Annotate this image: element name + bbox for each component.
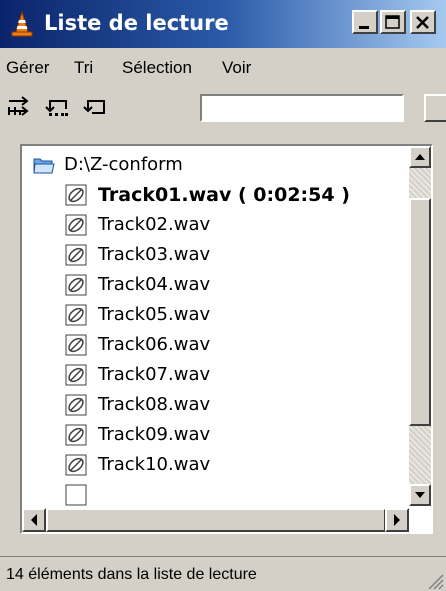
repeat-one-icon[interactable] xyxy=(82,93,110,121)
repeat-all-icon[interactable] xyxy=(44,93,72,121)
menu-bar: Gérer Tri Sélection Voir xyxy=(0,50,446,84)
audio-file-icon xyxy=(65,214,87,236)
track-row[interactable]: Track05.wav xyxy=(22,300,412,330)
resize-grip-icon[interactable] xyxy=(424,570,444,590)
track-row-current[interactable]: Track01.wav ( 0:02:54 ) xyxy=(22,180,412,210)
status-bar: 14 éléments dans la liste de lecture xyxy=(0,556,446,591)
vertical-scrollbar[interactable] xyxy=(409,146,431,506)
audio-file-icon xyxy=(65,454,87,476)
maximize-button[interactable] xyxy=(380,10,406,34)
track-label: Track05.wav xyxy=(98,304,211,325)
track-label: Track04.wav xyxy=(98,274,211,295)
track-label: Track09.wav xyxy=(98,424,211,445)
status-text: 14 éléments dans la liste de lecture xyxy=(6,566,257,583)
horizontal-scrollbar[interactable] xyxy=(22,508,409,532)
minimize-icon xyxy=(359,26,369,29)
horizontal-scroll-thumb[interactable] xyxy=(46,508,386,532)
shuffle-icon[interactable] xyxy=(6,93,34,121)
maximize-icon xyxy=(385,15,400,29)
track-row-partial[interactable] xyxy=(22,480,412,510)
search-input[interactable] xyxy=(200,94,404,122)
window-title: Liste de lecture xyxy=(44,11,229,35)
close-icon xyxy=(416,16,429,29)
menu-tri[interactable]: Tri xyxy=(74,58,93,78)
audio-file-icon xyxy=(65,244,87,266)
folder-row[interactable]: D:\Z-conform xyxy=(22,150,412,180)
track-row[interactable]: Track04.wav xyxy=(22,270,412,300)
track-label: Track02.wav xyxy=(98,214,211,235)
arrow-right-icon xyxy=(394,514,400,526)
track-row[interactable]: Track09.wav xyxy=(22,420,412,450)
scroll-down-button[interactable] xyxy=(409,484,431,506)
track-label: Track10.wav xyxy=(98,454,211,475)
audio-file-icon xyxy=(65,394,87,416)
track-row[interactable]: Track08.wav xyxy=(22,390,412,420)
folder-label: D:\Z-conform xyxy=(64,154,183,175)
vertical-scroll-thumb[interactable] xyxy=(409,198,431,426)
menu-gerer[interactable]: Gérer xyxy=(6,58,49,78)
folder-open-icon xyxy=(33,158,55,174)
scroll-left-button[interactable] xyxy=(22,508,46,532)
track-row[interactable]: Track06.wav xyxy=(22,330,412,360)
track-label: Track01.wav ( 0:02:54 ) xyxy=(98,184,350,206)
vlc-cone-icon xyxy=(11,10,33,37)
search-button[interactable] xyxy=(424,94,446,122)
track-row[interactable]: Track02.wav xyxy=(22,210,412,240)
close-button[interactable] xyxy=(410,10,436,34)
title-bar[interactable]: Liste de lecture xyxy=(0,0,446,48)
track-label: Track08.wav xyxy=(98,394,211,415)
audio-file-icon xyxy=(65,334,87,356)
audio-file-icon xyxy=(65,274,87,296)
audio-file-icon xyxy=(65,184,87,206)
arrow-up-icon xyxy=(415,154,425,160)
arrow-left-icon xyxy=(31,514,37,526)
track-label: Track03.wav xyxy=(98,244,211,265)
scroll-up-button[interactable] xyxy=(409,146,431,168)
audio-file-icon xyxy=(65,364,87,386)
toolbar xyxy=(0,86,446,130)
track-label: Track07.wav xyxy=(98,364,211,385)
track-label: Track06.wav xyxy=(98,334,211,355)
audio-file-icon xyxy=(65,424,87,446)
track-row[interactable]: Track03.wav xyxy=(22,240,412,270)
track-row[interactable]: Track10.wav xyxy=(22,450,412,480)
menu-voir[interactable]: Voir xyxy=(222,58,251,78)
arrow-down-icon xyxy=(415,492,425,498)
menu-selection[interactable]: Sélection xyxy=(122,58,192,78)
audio-file-icon xyxy=(65,484,87,506)
playlist-tree[interactable]: D:\Z-conform Track01.wav ( 0:02:54 ) Tra… xyxy=(20,144,433,534)
audio-file-icon xyxy=(65,304,87,326)
minimize-button[interactable] xyxy=(352,10,378,34)
track-row[interactable]: Track07.wav xyxy=(22,360,412,390)
scroll-right-button[interactable] xyxy=(385,508,409,532)
playlist-window: Liste de lecture Gérer Tri Sélection Voi… xyxy=(0,0,446,591)
